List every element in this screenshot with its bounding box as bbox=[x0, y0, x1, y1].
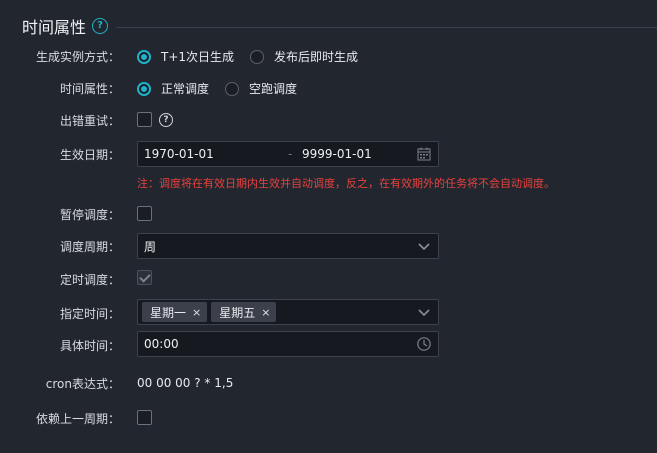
date-separator: - bbox=[288, 147, 293, 161]
radio-option-t1[interactable]: T+1次日生成 bbox=[137, 48, 234, 65]
time-value[interactable]: 00:00 bbox=[144, 337, 179, 351]
section-header: 时间属性 ? bbox=[22, 14, 657, 38]
pause-label: 暂停调度： bbox=[59, 208, 120, 222]
section-title: 时间属性 bbox=[22, 18, 87, 37]
close-icon[interactable]: × bbox=[192, 306, 201, 319]
date-range-picker[interactable]: 1970-01-01 - 9999-01-01 bbox=[137, 141, 439, 167]
schedule-cycle-select[interactable]: 周 bbox=[137, 233, 439, 259]
schedule-cycle-value: 周 bbox=[144, 239, 157, 254]
specified-time-label: 指定时间： bbox=[59, 307, 120, 321]
radio-button[interactable] bbox=[225, 81, 240, 96]
end-date-input[interactable]: 9999-01-01 bbox=[302, 147, 372, 161]
depend-last-cycle-label: 依赖上一周期： bbox=[35, 412, 120, 426]
tag-label: 星期一 bbox=[150, 305, 187, 320]
cron-label: cron表达式： bbox=[45, 377, 120, 391]
specified-time-multiselect[interactable]: 星期一 × 星期五 × bbox=[137, 299, 439, 325]
pause-row bbox=[137, 206, 152, 221]
depend-last-cycle-checkbox[interactable] bbox=[137, 410, 152, 425]
chevron-down-icon[interactable] bbox=[416, 304, 432, 320]
close-icon[interactable]: × bbox=[261, 306, 270, 319]
depend-last-cycle-row bbox=[137, 410, 152, 425]
clock-icon[interactable] bbox=[416, 336, 432, 352]
pause-checkbox[interactable] bbox=[137, 206, 152, 221]
tag-label: 星期五 bbox=[219, 305, 256, 320]
time-property-label: 时间属性： bbox=[59, 82, 120, 96]
chevron-down-icon[interactable] bbox=[416, 238, 432, 254]
start-date-input[interactable]: 1970-01-01 bbox=[144, 147, 288, 161]
instance-mode-label: 生成实例方式： bbox=[35, 50, 120, 64]
radio-option-label: 空跑调度 bbox=[249, 82, 298, 96]
radio-option-label: T+1次日生成 bbox=[161, 50, 235, 64]
radio-option-immediate[interactable]: 发布后即时生成 bbox=[250, 48, 358, 65]
effective-date-note: 注：调度将在有效日期内生效并自动调度，反之，在有效期外的任务将不会自动调度。 bbox=[137, 177, 555, 190]
retry-label: 出错重试： bbox=[59, 114, 120, 128]
effective-date-label: 生效日期： bbox=[59, 148, 120, 162]
tag-monday: 星期一 × bbox=[142, 302, 208, 322]
timed-schedule-row bbox=[137, 270, 152, 285]
section-divider bbox=[116, 26, 657, 28]
calendar-icon[interactable] bbox=[416, 146, 432, 162]
help-circle-icon[interactable]: ? bbox=[159, 112, 173, 127]
specific-time-label: 具体时间： bbox=[59, 339, 120, 353]
radio-option-dry-run[interactable]: 空跑调度 bbox=[225, 80, 297, 97]
instance-mode-radio-group: T+1次日生成 发布后即时生成 bbox=[137, 48, 374, 65]
radio-option-label: 正常调度 bbox=[161, 82, 210, 96]
radio-option-label: 发布后即时生成 bbox=[274, 50, 359, 64]
retry-row: ? bbox=[137, 112, 173, 127]
tag-friday: 星期五 × bbox=[211, 302, 277, 322]
radio-option-normal[interactable]: 正常调度 bbox=[137, 80, 209, 97]
timed-schedule-checkbox bbox=[137, 270, 152, 285]
radio-button-checked[interactable] bbox=[137, 49, 151, 64]
timed-schedule-label: 定时调度： bbox=[59, 273, 120, 287]
help-circle-icon[interactable]: ? bbox=[92, 18, 109, 34]
radio-button-checked[interactable] bbox=[137, 81, 151, 96]
cron-value: 00 00 00 ? * 1,5 bbox=[137, 376, 234, 390]
schedule-cycle-label: 调度周期： bbox=[59, 240, 120, 254]
retry-checkbox[interactable] bbox=[137, 112, 152, 127]
time-property-radio-group: 正常调度 空跑调度 bbox=[137, 80, 313, 97]
radio-button[interactable] bbox=[250, 49, 265, 64]
time-picker[interactable]: 00:00 bbox=[137, 331, 439, 357]
